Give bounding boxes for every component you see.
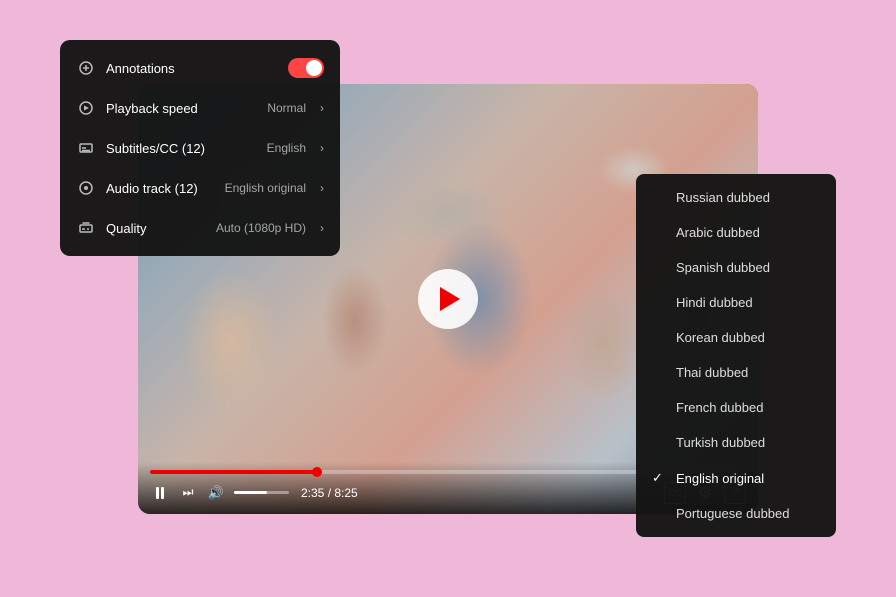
audio-item-turkish[interactable]: Turkish dubbed [636, 425, 836, 460]
quality-value: Auto (1080p HD) [216, 221, 306, 235]
check-icon-english: ✓ [652, 470, 668, 486]
settings-row-quality[interactable]: Quality Auto (1080p HD) › [60, 208, 340, 248]
skip-icon: ⏭ [183, 485, 194, 500]
subtitles-label: Subtitles/CC (12) [106, 141, 257, 156]
settings-row-subtitles[interactable]: Subtitles/CC (12) English › [60, 128, 340, 168]
pause-button[interactable] [150, 483, 170, 503]
audio-item-english-original[interactable]: ✓ English original [636, 460, 836, 496]
audio-label-french: French dubbed [676, 400, 763, 415]
audio-track-icon [76, 178, 96, 198]
audio-item-portuguese[interactable]: Portuguese dubbed [636, 496, 836, 531]
audio-item-arabic[interactable]: Arabic dubbed [636, 215, 836, 250]
toggle-knob [306, 60, 322, 76]
audio-label-portuguese: Portuguese dubbed [676, 506, 789, 521]
audio-item-french[interactable]: French dubbed [636, 390, 836, 425]
pause-icon [156, 487, 164, 499]
audio-item-russian[interactable]: Russian dubbed [636, 180, 836, 215]
subtitles-chevron-icon: › [320, 141, 324, 155]
volume-slider[interactable] [234, 491, 289, 494]
play-triangle-icon [440, 287, 460, 311]
audio-label-russian: Russian dubbed [676, 190, 770, 205]
volume-button[interactable]: 🔊 [206, 483, 226, 503]
playback-icon [76, 98, 96, 118]
audio-label-hindi: Hindi dubbed [676, 295, 753, 310]
annotations-label: Annotations [106, 61, 278, 76]
audio-label: Audio track (12) [106, 181, 215, 196]
audio-item-korean[interactable]: Korean dubbed [636, 320, 836, 355]
audio-label-turkish: Turkish dubbed [676, 435, 765, 450]
audio-item-hindi[interactable]: Hindi dubbed [636, 285, 836, 320]
settings-panel: Annotations Playback speed Normal › Subt… [60, 40, 340, 256]
audio-label-korean: Korean dubbed [676, 330, 765, 345]
audio-label-english-original: English original [676, 471, 764, 486]
progress-dot [312, 467, 322, 477]
audio-item-spanish[interactable]: Spanish dubbed [636, 250, 836, 285]
subtitles-icon [76, 138, 96, 158]
quality-label: Quality [106, 221, 206, 236]
playback-value: Normal [267, 101, 306, 115]
skip-button[interactable]: ⏭ [178, 483, 198, 503]
subtitles-value: English [267, 141, 306, 155]
time-display: 2:35 / 8:25 [301, 486, 358, 500]
settings-row-playback[interactable]: Playback speed Normal › [60, 88, 340, 128]
settings-row-annotations[interactable]: Annotations [60, 48, 340, 88]
playback-chevron-icon: › [320, 101, 324, 115]
audio-label-spanish: Spanish dubbed [676, 260, 770, 275]
annotations-icon [76, 58, 96, 78]
volume-icon: 🔊 [208, 485, 224, 501]
audio-chevron-icon: › [320, 181, 324, 195]
play-button[interactable] [418, 269, 478, 329]
settings-row-audio[interactable]: Audio track (12) English original › [60, 168, 340, 208]
quality-icon [76, 218, 96, 238]
volume-fill [234, 491, 267, 494]
annotations-toggle[interactable] [288, 58, 324, 78]
audio-label-thai: Thai dubbed [676, 365, 748, 380]
audio-item-thai[interactable]: Thai dubbed [636, 355, 836, 390]
progress-fill [150, 470, 317, 474]
quality-chevron-icon: › [320, 221, 324, 235]
audio-track-dropdown: Russian dubbed Arabic dubbed Spanish dub… [636, 174, 836, 537]
audio-label-arabic: Arabic dubbed [676, 225, 760, 240]
audio-value: English original [225, 181, 306, 195]
playback-label: Playback speed [106, 101, 257, 116]
